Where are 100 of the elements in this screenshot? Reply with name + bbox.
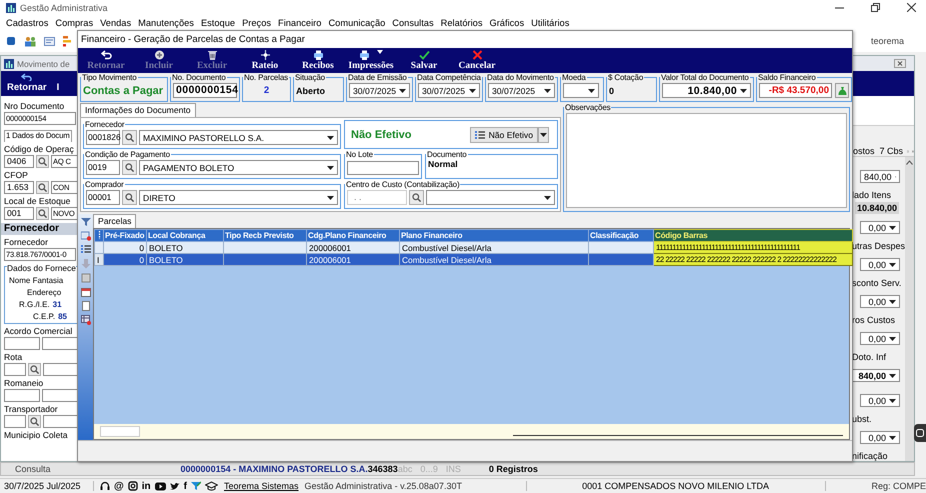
code-field[interactable]: . . <box>347 190 407 205</box>
dropdown-field[interactable]: 0,00 <box>860 332 900 345</box>
return-button[interactable]: Retornar <box>7 73 47 93</box>
input-field[interactable] <box>4 337 40 350</box>
input-field[interactable] <box>4 389 40 402</box>
social-link[interactable]: f <box>184 480 187 492</box>
dropdown-field[interactable]: 0,00 <box>860 221 900 234</box>
close-icon[interactable] <box>894 59 906 68</box>
dropdown-field[interactable]: 840,00 <box>852 369 900 382</box>
toolbar-button[interactable]: Cancelar <box>454 48 500 73</box>
link[interactable]: Teorema Sistemas <box>224 481 299 491</box>
code-field[interactable]: 1.653 <box>4 181 34 194</box>
money-bag-button[interactable] <box>835 83 849 98</box>
toolbar-button[interactable]: Rateio <box>242 48 288 73</box>
column-header[interactable]: Código Barras <box>654 230 852 242</box>
close-icon[interactable] <box>907 3 916 12</box>
menu-item[interactable]: Consultas <box>392 18 434 28</box>
side-tab[interactable] <box>914 424 926 442</box>
menu-item[interactable]: Vendas <box>100 18 132 28</box>
input-field[interactable] <box>42 363 78 376</box>
search-button[interactable] <box>28 415 41 428</box>
dropdown-field[interactable]: 0,00 <box>860 258 900 271</box>
camera-icon[interactable] <box>128 481 138 491</box>
video-play-icon[interactable] <box>154 482 166 490</box>
search-button[interactable] <box>122 160 137 175</box>
search-button[interactable] <box>28 363 41 376</box>
filter-icon[interactable] <box>80 217 90 227</box>
input-field[interactable] <box>4 363 26 376</box>
input-field[interactable] <box>42 415 78 428</box>
headset-icon[interactable] <box>100 481 110 491</box>
search-button[interactable] <box>36 181 49 194</box>
column-header[interactable]: Pré-Fixado <box>104 230 146 242</box>
dropdown-field[interactable] <box>563 83 599 98</box>
input-field[interactable] <box>4 415 26 428</box>
code-field[interactable]: 001 <box>4 207 34 220</box>
menu-item[interactable]: Preços <box>242 18 272 28</box>
dropdown-field[interactable]: 0,00 <box>860 431 900 444</box>
dropdown-field[interactable]: 30/07/2025 <box>418 83 480 98</box>
graduation-cap-icon[interactable] <box>205 481 218 491</box>
menu-item[interactable]: Cadastros <box>6 18 48 28</box>
text-field[interactable]: 0000000154 <box>173 83 237 98</box>
search-button[interactable] <box>36 155 49 168</box>
menu-item[interactable]: Compras <box>55 18 94 28</box>
toolbar-button[interactable]: Recibos <box>295 48 341 73</box>
search-button[interactable] <box>409 190 424 205</box>
calendar-icon[interactable] <box>80 287 90 297</box>
dropdown-field[interactable]: DIRETO <box>139 190 338 205</box>
card-icon[interactable] <box>44 36 55 46</box>
tab[interactable]: Informações do Documento <box>80 103 196 117</box>
menu-item[interactable]: Comunicação <box>328 18 386 28</box>
code-field[interactable]: 00001 <box>86 190 120 205</box>
menu-item[interactable]: Estoque <box>200 18 236 28</box>
input-field[interactable] <box>100 426 140 437</box>
dropdown-field[interactable]: PAGAMENTO BOLETO <box>139 160 338 175</box>
toolbar-button[interactable]: I <box>56 82 60 93</box>
dropdown-field[interactable] <box>426 190 555 205</box>
menu-item[interactable]: Manutenções <box>138 18 194 28</box>
tab[interactable]: 7 Cbs <box>878 146 904 156</box>
bird-icon[interactable] <box>170 482 180 490</box>
column-header[interactable]: Plano Financeiro <box>400 230 588 242</box>
dropdown-field[interactable]: 0,00 <box>860 394 900 407</box>
code-field[interactable]: 0001826 <box>86 130 120 145</box>
add-row-icon[interactable] <box>80 231 90 241</box>
dropdown-field[interactable]: MAXIMINO PASTORELLO S.A. <box>139 130 338 145</box>
column-header[interactable]: Tipo Recb Previsto <box>224 230 306 242</box>
document-icon[interactable] <box>80 301 90 311</box>
chart-icon[interactable] <box>63 36 71 46</box>
column-chooser[interactable] <box>94 230 104 242</box>
menu-item[interactable]: Gráficos <box>489 18 524 28</box>
database-icon[interactable] <box>6 36 16 46</box>
social-link[interactable]: @ <box>114 480 124 492</box>
input-field[interactable] <box>42 337 78 350</box>
code-field[interactable]: 0406 <box>4 155 34 168</box>
search-button[interactable] <box>36 207 49 220</box>
menu-item[interactable]: Utilitários <box>531 18 570 28</box>
dropdown-field[interactable]: 30/07/2025 <box>349 83 410 98</box>
search-button[interactable] <box>122 190 137 205</box>
column-header[interactable]: Local Cobrança <box>146 230 224 242</box>
dropdown-field[interactable]: 0,00 <box>860 295 900 308</box>
input-field[interactable] <box>347 160 419 174</box>
column-header[interactable]: Cdg.Plano Financeiro <box>306 230 400 242</box>
dropdown-field[interactable]: 30/07/2025 <box>488 83 555 98</box>
code-field[interactable]: 0019 <box>86 160 120 175</box>
scrollbar[interactable] <box>905 157 914 461</box>
toolbar-button[interactable]: Salvar <box>401 48 447 73</box>
text-field[interactable]: -R$ 43.570,00 <box>759 83 832 98</box>
status-button[interactable]: Não Efetivo <box>470 126 538 142</box>
social-link[interactable]: in <box>142 480 151 492</box>
input-field[interactable] <box>42 389 78 402</box>
list-icon[interactable] <box>80 245 90 255</box>
menu-item[interactable]: Financeiro <box>278 18 322 28</box>
users-icon[interactable] <box>24 36 36 46</box>
restore-icon[interactable] <box>871 3 880 12</box>
tab[interactable]: Parcelas <box>93 214 136 228</box>
tab[interactable]: ostos <box>852 146 876 156</box>
menu-item[interactable]: Relatórios <box>440 18 482 28</box>
dropdown-button[interactable] <box>538 126 549 142</box>
funnel-icon[interactable] <box>191 481 201 491</box>
dropdown-field[interactable]: 840,00 <box>860 170 900 183</box>
grid-icon[interactable] <box>80 315 90 325</box>
